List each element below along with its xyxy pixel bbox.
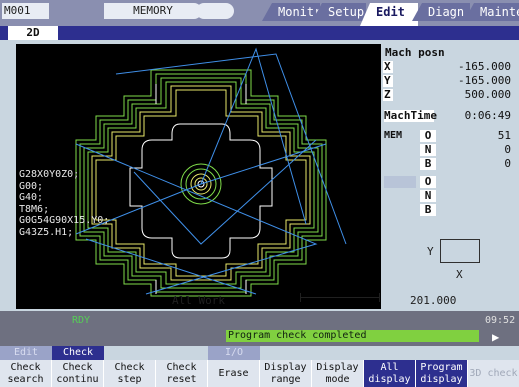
mode-indicator-secondary	[196, 3, 234, 19]
code-line: G28X0Y0Z0;	[19, 169, 80, 180]
button-label: All display	[368, 361, 411, 385]
clock: 09:52	[485, 315, 516, 326]
tab-diagn[interactable]: Diagn	[412, 3, 470, 21]
message-bar: Program check completed	[226, 330, 479, 342]
fkey-group-blank	[156, 346, 208, 360]
mem-row: O	[420, 176, 511, 188]
mem-row-label: N	[420, 190, 436, 202]
check-reset-button[interactable]: Check reset	[156, 360, 208, 387]
3d-check-button[interactable]: 3D check	[468, 360, 519, 387]
button-label: Display range	[264, 361, 307, 385]
axis-row-x: X -165.000	[383, 61, 511, 73]
scale-value: 201.000	[410, 294, 457, 307]
axis-row-y: Y -165.000	[383, 75, 511, 87]
axis-label: Y	[383, 75, 393, 87]
mode-indicator: MEMORY	[104, 3, 202, 19]
button-label: Check step	[114, 361, 145, 385]
mem-row-value: 0	[504, 157, 511, 170]
mem-row: N 0	[420, 144, 511, 156]
program-code-overlay: G28X0Y0Z0; G00; G40; T8M6; G0G54G90X15.Y…	[19, 169, 109, 238]
display-range-button[interactable]: Display range	[260, 360, 312, 387]
fkey-group-blank	[260, 346, 519, 360]
code-line: G40;	[19, 192, 44, 203]
button-label: Check continu	[56, 361, 99, 385]
fkey-group-edit[interactable]: Edit	[0, 346, 52, 360]
axis-value: -165.000	[458, 60, 511, 73]
fkey-group-blank	[104, 346, 156, 360]
mem-row-value: 0	[504, 143, 511, 156]
button-label: Erase	[218, 367, 249, 379]
code-line: T8M6;	[19, 203, 50, 215]
mem-row: N	[420, 190, 511, 202]
fkey-group-io[interactable]: I/O	[208, 346, 260, 360]
mem-row-value: 51	[497, 129, 511, 142]
tab-monitr[interactable]: Monitr	[262, 3, 320, 21]
axis-label: Z	[383, 89, 393, 101]
axis-row-z: Z 500.000	[383, 89, 511, 101]
mem-row: B	[420, 204, 511, 216]
button-label: Display mode	[316, 361, 359, 385]
view-label: All Work	[172, 294, 225, 307]
scale-bar	[300, 293, 380, 302]
axis-orientation-box	[440, 239, 480, 263]
mem-row: O 51	[420, 130, 511, 142]
graphic-check-view: G28X0Y0Z0; G00; G40; T8M6; G0G54G90X15.Y…	[16, 44, 381, 309]
button-label: 3D check	[469, 367, 518, 379]
check-continu-button[interactable]: Check continu	[52, 360, 104, 387]
play-icon: ▶	[492, 330, 500, 344]
program-number: M001	[2, 3, 49, 19]
button-label: Check search	[7, 361, 44, 385]
button-label: Check reset	[166, 361, 197, 385]
program-display-button[interactable]: Program display	[416, 360, 468, 387]
check-step-button[interactable]: Check step	[104, 360, 156, 387]
axis-value: -165.000	[458, 74, 511, 87]
mem-row-label: N	[420, 144, 436, 156]
mach-time-label: MachTime	[384, 109, 437, 122]
axis-y-indicator: Y	[427, 245, 434, 258]
mach-posn-title: Mach posn	[385, 46, 445, 59]
check-search-button[interactable]: Check search	[0, 360, 52, 387]
sub-tab-bar	[0, 26, 519, 40]
sub-program-highlight	[384, 176, 416, 188]
fkey-group-check[interactable]: Check	[52, 346, 104, 360]
mem-label: MEM	[384, 130, 403, 141]
mem-row-label: B	[420, 158, 436, 170]
ready-indicator: RDY	[72, 315, 91, 326]
mem-row: B 0	[420, 158, 511, 170]
display-mode-button[interactable]: Display mode	[312, 360, 364, 387]
button-label: Program display	[420, 361, 463, 385]
code-line: G0G54G90X15.Y0;	[19, 215, 110, 226]
erase-button[interactable]: Erase	[208, 360, 260, 387]
tab-2d[interactable]: 2D	[8, 26, 58, 40]
code-line: G00;	[19, 180, 44, 192]
axis-label: X	[383, 61, 393, 73]
tab-edit[interactable]: Edit	[360, 3, 418, 26]
mem-row-label: O	[420, 130, 436, 142]
code-line: G43Z5.H1;	[19, 226, 74, 238]
mem-row-label: B	[420, 204, 436, 216]
all-display-button[interactable]: All display	[364, 360, 416, 387]
mach-time-value: 0:06:49	[464, 109, 511, 122]
axis-value: 500.000	[464, 88, 511, 101]
mem-row-label: O	[420, 176, 436, 188]
axis-x-indicator: X	[456, 268, 463, 281]
